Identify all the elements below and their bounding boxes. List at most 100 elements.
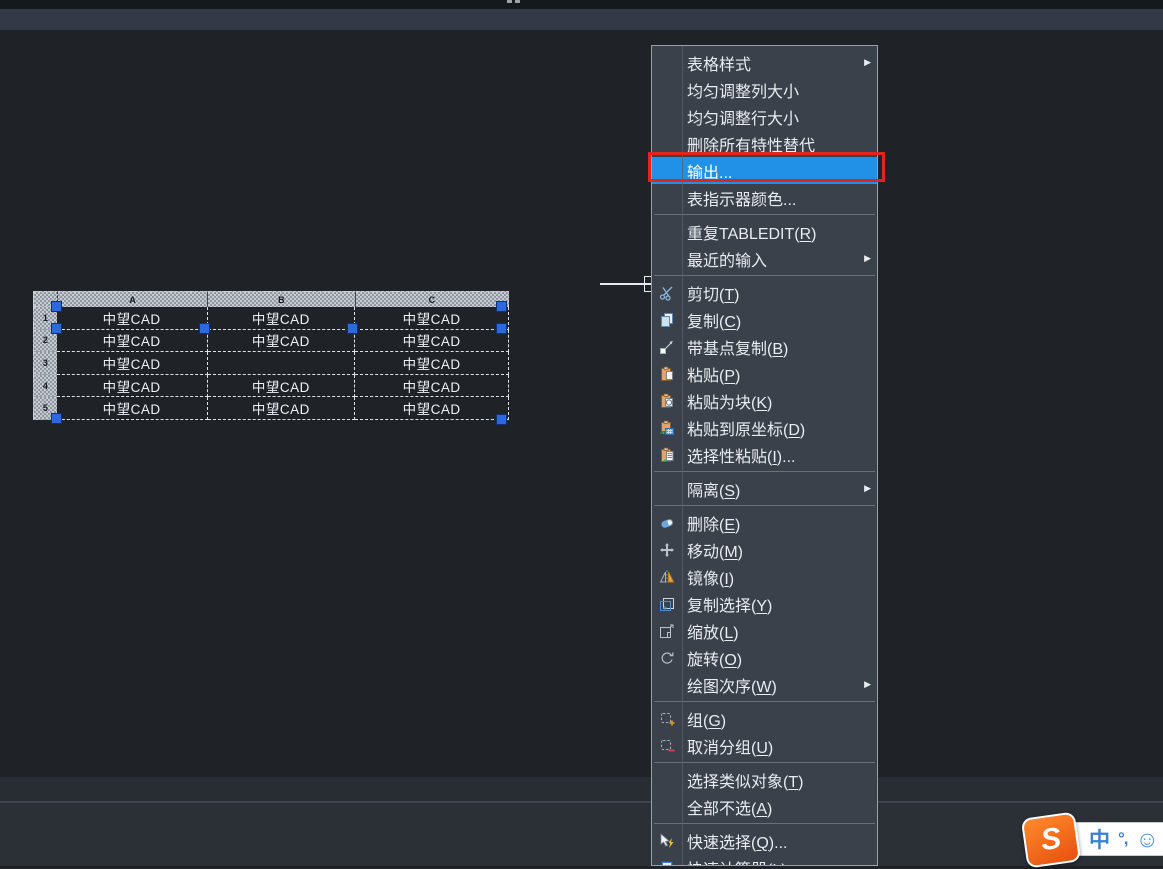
selection-grip[interactable] <box>51 301 62 312</box>
table-cell[interactable]: 中望CAD <box>355 352 509 375</box>
calculator-icon <box>652 854 682 866</box>
menu-item-isolate[interactable]: 隔离(S)▶ <box>652 475 877 502</box>
table-cell[interactable]: 中望CAD <box>57 375 208 398</box>
status-bar-area <box>0 803 1163 866</box>
menu-item-draw-order[interactable]: 绘图次序(W)▶ <box>652 671 877 698</box>
titlebar-strip <box>0 0 1163 9</box>
table-cell[interactable]: 中望CAD <box>208 375 356 398</box>
menu-item-move[interactable]: 移动(M) <box>652 536 877 563</box>
copy-icon <box>652 306 682 333</box>
table-row: 3中望CAD中望CAD <box>33 352 509 375</box>
menu-item-table-style[interactable]: 表格样式▶ <box>652 49 877 76</box>
table-cell[interactable]: 中望CAD <box>208 397 356 420</box>
menu-item-label: 复制选择(Y) <box>687 592 877 616</box>
scissors-icon <box>652 279 682 306</box>
table-cell[interactable]: 中望CAD <box>355 330 509 353</box>
menu-item-paste-special[interactable]: 选择性粘贴(I)... <box>652 441 877 468</box>
menu-item-label: 取消分组(U) <box>687 734 877 758</box>
menu-item-mirror[interactable]: 镜像(I) <box>652 563 877 590</box>
table-row: 2中望CAD中望CAD中望CAD <box>33 330 509 353</box>
menu-item-label: 隔离(S) <box>687 477 864 501</box>
sogou-logo[interactable]: S <box>1021 811 1081 868</box>
menu-item-table-indicator-color[interactable]: 表指示器颜色... <box>652 184 877 211</box>
menu-item-rotate[interactable]: 旋转(O) <box>652 644 877 671</box>
menu-item-copy-selection[interactable]: 复制选择(Y) <box>652 590 877 617</box>
menu-icon-placeholder <box>652 218 682 245</box>
menu-item-label: 剪切(T) <box>687 281 877 305</box>
table-cell[interactable]: 中望CAD <box>355 307 509 330</box>
table-cell[interactable]: 中望CAD <box>208 307 356 330</box>
menu-item-copy[interactable]: 复制(C) <box>652 306 877 333</box>
menu-item-label: 均匀调整列大小 <box>687 78 877 102</box>
menu-item-cut[interactable]: 剪切(T) <box>652 279 877 306</box>
menu-separator <box>654 701 875 702</box>
selection-grip[interactable] <box>199 323 210 334</box>
menu-item-label: 表格样式 <box>687 51 864 75</box>
menu-item-ungroup[interactable]: 取消分组(U) <box>652 732 877 759</box>
menu-item-group[interactable]: 组(G) <box>652 705 877 732</box>
menu-item-select-similar[interactable]: 选择类似对象(T) <box>652 766 877 793</box>
menu-item-quick-select[interactable]: 快速选择(Q)... <box>652 827 877 854</box>
table-column-header[interactable]: C <box>356 291 509 307</box>
menu-icon-placeholder <box>652 157 682 184</box>
menu-item-label: 删除所有特性替代 <box>687 132 877 156</box>
table-row-number[interactable]: 4 <box>33 375 57 398</box>
ime-punctuation-toggle[interactable]: °, <box>1118 829 1128 849</box>
selection-grip[interactable] <box>496 414 507 425</box>
menu-item-deselect-all[interactable]: 全部不选(A) <box>652 793 877 820</box>
ungroup-icon <box>652 732 682 759</box>
ime-mode-chinese[interactable]: 中 <box>1089 824 1110 854</box>
menu-separator <box>654 762 875 763</box>
menu-item-paste-as-block[interactable]: 粘贴为块(K) <box>652 387 877 414</box>
menu-item-label: 输出... <box>687 159 877 183</box>
menu-item-quick-calculator[interactable]: 快速计算器(L) <box>652 854 877 866</box>
selection-grip[interactable] <box>347 323 358 334</box>
paste-origin-icon <box>652 414 682 441</box>
menu-item-export[interactable]: 输出... <box>652 157 877 184</box>
menu-item-label: 重复TABLEDIT(R) <box>687 220 877 244</box>
menu-item-label: 粘贴(P) <box>687 362 877 386</box>
ime-emoji-button[interactable]: ☺ <box>1136 828 1159 851</box>
menu-item-erase[interactable]: 删除(E) <box>652 509 877 536</box>
menu-item-recent-input[interactable]: 最近的输入▶ <box>652 245 877 272</box>
table-cell[interactable]: 中望CAD <box>57 307 208 330</box>
table-cell[interactable]: 中望CAD <box>208 330 356 353</box>
selection-grip[interactable] <box>51 413 62 424</box>
selection-grip[interactable] <box>51 323 62 334</box>
selection-grip[interactable] <box>496 323 507 334</box>
table-row: 1中望CAD中望CAD中望CAD <box>33 307 509 330</box>
group-icon <box>652 705 682 732</box>
table-column-header[interactable]: B <box>208 291 355 307</box>
menu-icon-placeholder <box>652 76 682 103</box>
table-cell[interactable] <box>208 352 356 375</box>
menu-item-copy-with-base-point[interactable]: 带基点复制(B) <box>652 333 877 360</box>
menu-item-remove-property-overrides[interactable]: 删除所有特性替代 <box>652 130 877 157</box>
rotate-icon <box>652 644 682 671</box>
menu-item-paste-to-original-coords[interactable]: 粘贴到原坐标(D) <box>652 414 877 441</box>
cad-table-entity[interactable]: ABC1中望CAD中望CAD中望CAD2中望CAD中望CAD中望CAD3中望CA… <box>33 291 509 420</box>
table-cell[interactable]: 中望CAD <box>57 352 208 375</box>
menu-icon-placeholder <box>652 184 682 211</box>
menu-separator <box>654 505 875 506</box>
menu-item-label: 删除(E) <box>687 511 877 535</box>
menu-icon-placeholder <box>652 766 682 793</box>
table-column-header[interactable]: A <box>58 291 208 307</box>
window-top-artifact <box>507 0 522 3</box>
move-icon <box>652 536 682 563</box>
menu-item-repeat-tabledit[interactable]: 重复TABLEDIT(R) <box>652 218 877 245</box>
command-line-area[interactable] <box>0 777 1163 801</box>
table-cell[interactable]: 中望CAD <box>355 375 509 398</box>
menu-item-scale[interactable]: 缩放(L) <box>652 617 877 644</box>
menu-item-label: 选择性粘贴(I)... <box>687 443 877 467</box>
menu-item-paste[interactable]: 粘贴(P) <box>652 360 877 387</box>
table-cell[interactable]: 中望CAD <box>57 397 208 420</box>
menu-item-label: 均匀调整行大小 <box>687 105 877 129</box>
table-row-number[interactable]: 3 <box>33 352 57 375</box>
menu-item-size-columns-equally[interactable]: 均匀调整列大小 <box>652 76 877 103</box>
menu-icon-placeholder <box>652 245 682 272</box>
menu-icon-placeholder <box>652 475 682 502</box>
table-cell[interactable]: 中望CAD <box>57 330 208 353</box>
table-cell[interactable]: 中望CAD <box>355 397 509 420</box>
menu-item-size-rows-equally[interactable]: 均匀调整行大小 <box>652 103 877 130</box>
selection-grip[interactable] <box>496 301 507 312</box>
